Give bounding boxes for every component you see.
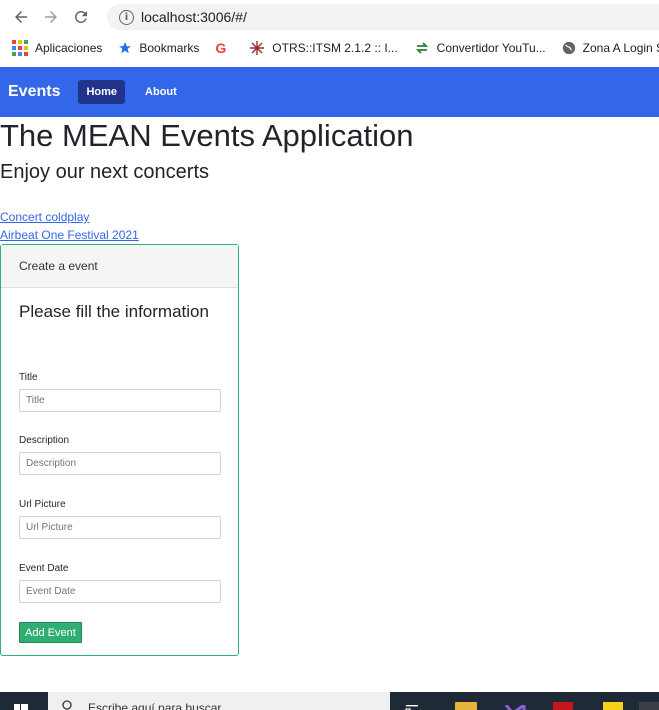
back-button[interactable] (6, 2, 36, 32)
description-input[interactable] (19, 452, 221, 475)
nav-link-home[interactable]: Home (78, 80, 126, 104)
bookmark-zona-a[interactable]: Zona A Login SV (562, 41, 659, 55)
otrs-icon (249, 40, 265, 56)
bookmark-otrs[interactable]: OTRS::ITSM 2.1.2 :: I... (249, 40, 398, 56)
bookmark-google[interactable]: G (215, 40, 233, 56)
address-bar[interactable]: i localhost:3006/#/ (107, 4, 659, 30)
os-taskbar: Escribe aquí para buscar (0, 692, 659, 710)
google-icon: G (215, 40, 227, 56)
reload-icon (74, 10, 87, 23)
add-event-button[interactable]: Add Event (19, 622, 82, 643)
task-view-icon[interactable] (405, 702, 427, 710)
bookmark-label: Zona A Login SV (582, 41, 659, 55)
url-picture-input[interactable] (19, 516, 221, 539)
description-label: Description (19, 435, 70, 446)
event-link[interactable]: Airbeat One Festival 2021 (0, 228, 139, 242)
bookmark-convertidor[interactable]: Convertidor YouTu... (414, 40, 546, 56)
search-icon (62, 700, 72, 710)
taskbar-search[interactable]: Escribe aquí para buscar (48, 692, 390, 710)
bookmark-aplicaciones[interactable]: Aplicaciones (12, 40, 102, 56)
bookmark-label: OTRS::ITSM 2.1.2 :: I... (272, 41, 398, 55)
forward-button[interactable] (36, 2, 66, 32)
pdf-reader-icon[interactable] (553, 702, 573, 710)
page-title: The MEAN Events Application (0, 118, 414, 153)
form-heading: Please fill the information (19, 302, 209, 321)
page-subtitle: Enjoy our next concerts (0, 161, 209, 183)
browser-toolbar: i localhost:3006/#/ (0, 0, 659, 34)
arrow-right-icon (45, 11, 57, 23)
reload-button[interactable] (66, 2, 96, 32)
taskbar-search-placeholder: Escribe aquí para buscar (88, 701, 222, 710)
taskbar-app-icon[interactable] (639, 702, 659, 710)
convert-icon (414, 40, 430, 56)
globe-icon (562, 41, 576, 55)
app-navbar: Events Home About (0, 67, 659, 117)
bookmark-label: Convertidor YouTu... (436, 41, 546, 55)
brand-logo[interactable]: Events (8, 83, 60, 101)
bookmark-label: Bookmarks (139, 41, 200, 55)
url-text[interactable]: localhost:3006/#/ (141, 9, 247, 25)
event-date-input[interactable] (19, 580, 221, 603)
nav-link-about[interactable]: About (137, 80, 185, 104)
event-date-label: Event Date (19, 563, 69, 574)
windows-start-icon[interactable] (14, 704, 28, 710)
arrow-left-icon (15, 11, 27, 23)
star-icon (118, 41, 132, 55)
event-link[interactable]: Concert coldplay (0, 210, 89, 224)
visual-studio-icon[interactable] (504, 702, 526, 710)
info-icon[interactable]: i (119, 9, 134, 25)
bookmark-bookmarks[interactable]: Bookmarks (118, 41, 199, 55)
title-label: Title (19, 372, 38, 383)
sticky-notes-icon[interactable] (603, 702, 623, 710)
url-picture-label: Url Picture (19, 499, 66, 510)
file-explorer-icon[interactable] (455, 702, 477, 710)
apps-grid-icon (12, 40, 28, 56)
create-event-card: Create a event Please fill the informati… (0, 244, 239, 656)
bookmark-label: Aplicaciones (35, 41, 103, 55)
title-input[interactable] (19, 389, 221, 412)
bookmarks-bar: Aplicaciones Bookmarks G OTRS::ITSM 2.1.… (0, 34, 659, 62)
card-header: Create a event (1, 245, 238, 288)
